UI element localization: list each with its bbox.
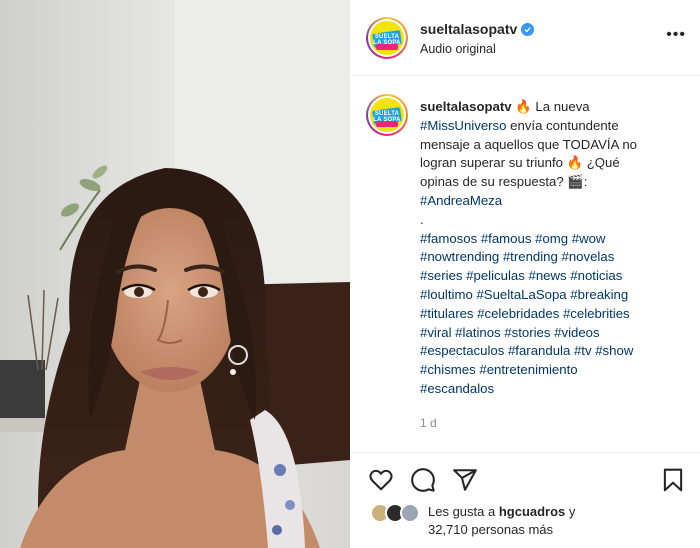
caption-line: . bbox=[420, 211, 690, 230]
username-link[interactable]: sueltalasopatv bbox=[420, 21, 517, 37]
caption-line: #viral #latinos #stories #videos bbox=[420, 324, 690, 343]
caption-line: #nowtrending #trending #novelas bbox=[420, 248, 690, 267]
sueltalasopa-logo: SUELTA LA SOPA bbox=[370, 21, 404, 55]
hashtag-link[interactable]: #famosos #famous #omg #wow bbox=[420, 231, 605, 246]
hashtag-link[interactable]: #espectaculos #farandula #tv #show bbox=[420, 343, 633, 358]
caption-line: #famosos #famous #omg #wow bbox=[420, 230, 690, 249]
hashtag-link[interactable]: #titulares #celebridades #celebrities bbox=[420, 306, 630, 321]
post-header: SUELTA LA SOPA sueltalasopatv Audio orig… bbox=[350, 0, 700, 76]
hashtag-link[interactable]: #viral #latinos #stories #videos bbox=[420, 325, 600, 340]
hashtag-link[interactable]: #chismes #entretenimiento bbox=[420, 362, 578, 377]
liker-username-link[interactable]: hgcuadros bbox=[499, 504, 565, 519]
caption-line: #titulares #celebridades #celebrities bbox=[420, 305, 690, 324]
sueltalasopa-logo: SUELTA LA SOPA bbox=[370, 98, 404, 132]
hashtag-link[interactable]: #loultimo #SueltaLaSopa #breaking bbox=[420, 287, 628, 302]
caption-text: 🔥 La nueva bbox=[511, 99, 590, 114]
hashtag-link[interactable]: #series #peliculas #news #noticias bbox=[420, 268, 622, 283]
caption-line: #MissUniverso envía contundente bbox=[420, 117, 690, 136]
caption-avatar[interactable]: SUELTA LA SOPA bbox=[366, 94, 408, 136]
post-details-panel: SUELTA LA SOPA sueltalasopatv Audio orig… bbox=[350, 0, 700, 548]
heart-icon[interactable] bbox=[368, 467, 394, 493]
more-options-icon[interactable]: ••• bbox=[666, 27, 686, 43]
hashtag-link[interactable]: #nowtrending #trending #novelas bbox=[420, 249, 614, 264]
post-caption: sueltalasopatv 🔥 La nueva #MissUniverso e… bbox=[420, 98, 690, 399]
caption-text: . bbox=[420, 211, 424, 227]
liker-avatars[interactable] bbox=[370, 503, 420, 523]
liker-avatar bbox=[400, 503, 420, 523]
action-bar: Les gusta a hgcuadros y 32,710 personas … bbox=[350, 452, 700, 548]
profile-avatar[interactable]: SUELTA LA SOPA bbox=[366, 17, 408, 59]
caption-line: #escandalos bbox=[420, 380, 690, 399]
hashtag-link[interactable]: #AndreaMeza bbox=[420, 193, 502, 208]
video-frame bbox=[0, 0, 350, 548]
bookmark-icon[interactable] bbox=[660, 467, 686, 493]
comment-icon[interactable] bbox=[410, 467, 436, 493]
caption-text: opinas de su respuesta? 🎬: bbox=[420, 174, 588, 190]
caption-text: mensaje a aquellos que TODAVÍA no bbox=[420, 136, 637, 152]
caption-line: #AndreaMeza bbox=[420, 192, 690, 211]
hashtag-link[interactable]: #MissUniverso bbox=[420, 118, 506, 133]
caption-line: sueltalasopatv 🔥 La nueva bbox=[420, 98, 690, 117]
caption-text: envía contundente bbox=[506, 117, 619, 133]
caption-line: #series #peliculas #news #noticias bbox=[420, 267, 690, 286]
caption-username-link[interactable]: sueltalasopatv bbox=[420, 99, 512, 114]
caption-text: logran superar su triunfo 🔥 ¿Qué bbox=[420, 155, 620, 171]
hashtag-link[interactable]: #escandalos bbox=[420, 381, 494, 396]
caption-line: opinas de su respuesta? 🎬: bbox=[420, 173, 690, 192]
post-video[interactable] bbox=[0, 0, 350, 548]
caption-line: #espectaculos #farandula #tv #show bbox=[420, 342, 690, 361]
share-icon[interactable] bbox=[452, 467, 478, 493]
audio-original-link[interactable]: Audio original bbox=[420, 42, 496, 56]
caption-line: mensaje a aquellos que TODAVÍA no bbox=[420, 136, 690, 155]
post-timestamp[interactable]: 1 d bbox=[420, 416, 437, 430]
caption-line: #loultimo #SueltaLaSopa #breaking bbox=[420, 286, 690, 305]
caption-line: logran superar su triunfo 🔥 ¿Qué bbox=[420, 154, 690, 173]
likes-summary: Les gusta a hgcuadros y bbox=[428, 504, 576, 519]
caption-line: #chismes #entretenimiento bbox=[420, 361, 690, 380]
likes-count-link[interactable]: 32,710 personas más bbox=[428, 522, 553, 537]
verified-badge-icon bbox=[521, 22, 535, 36]
